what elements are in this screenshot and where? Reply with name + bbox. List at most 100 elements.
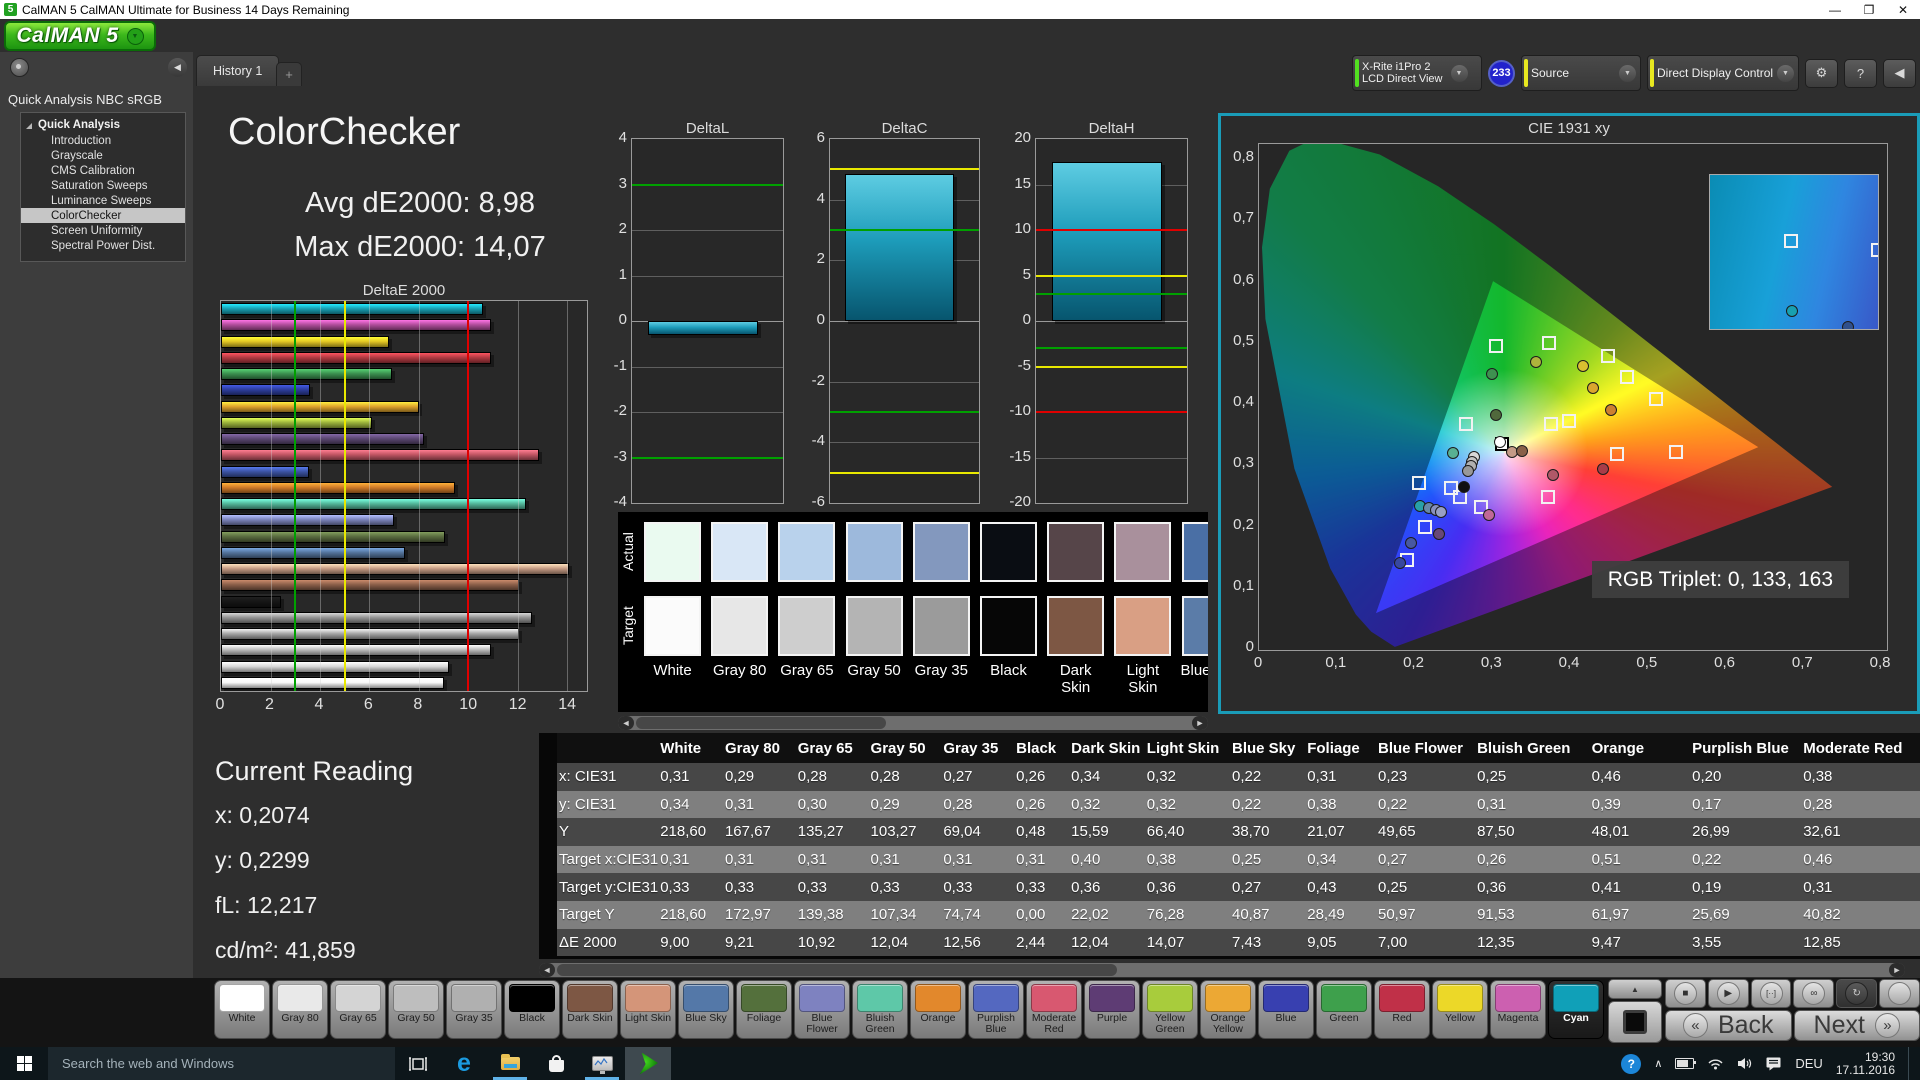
- patch-button-foliage[interactable]: Foliage: [736, 980, 792, 1039]
- cell-foliage-target-x-cie31: 0,34: [1305, 845, 1376, 874]
- gridline: [418, 301, 420, 691]
- display-control-dropdown[interactable]: Direct Display Control ▼: [1647, 55, 1799, 91]
- start-button[interactable]: [0, 1047, 48, 1080]
- record-indicator-icon[interactable]: [10, 58, 29, 77]
- refresh-button[interactable]: ↻: [1836, 979, 1878, 1008]
- settings-button[interactable]: ⚙: [1805, 58, 1838, 88]
- cie-x-tick: 0: [1253, 654, 1263, 671]
- taskbar-search-input[interactable]: Search the web and Windows: [48, 1047, 395, 1080]
- pattern-window-button[interactable]: [1608, 1001, 1662, 1043]
- cell-foliage-y-cie31: 0,38: [1305, 790, 1376, 819]
- scrollbar-thumb[interactable]: [557, 964, 1117, 976]
- patch-button-bluish-green[interactable]: Bluish Green: [852, 980, 908, 1039]
- taskbar-clock[interactable]: 19:30 17.11.2016: [1836, 1050, 1895, 1077]
- patch-button-black[interactable]: Black: [504, 980, 560, 1039]
- tree-expanded-icon[interactable]: [26, 123, 32, 129]
- collapse-panel-button[interactable]: ◀: [1883, 58, 1916, 88]
- back-button[interactable]: « Back: [1665, 1010, 1792, 1041]
- patch-button-red[interactable]: Red: [1374, 980, 1430, 1039]
- patch-button-blue-sky[interactable]: Blue Sky: [678, 980, 734, 1039]
- monitor-tool-button[interactable]: [579, 1047, 625, 1080]
- sidebar-item-cms-calibration[interactable]: CMS Calibration: [21, 163, 185, 178]
- cell-gray-35-target-y-cie31: 0,33: [941, 873, 1015, 901]
- scroll-left-icon[interactable]: ◄: [618, 716, 634, 730]
- play-button[interactable]: ▶: [1707, 979, 1749, 1008]
- sidebar-item-luminance-sweeps[interactable]: Luminance Sweeps: [21, 193, 185, 208]
- continuous-read-button[interactable]: ∞: [1793, 979, 1835, 1008]
- chevron-down-icon[interactable]: ▼: [1450, 64, 1468, 82]
- source-dropdown[interactable]: Source ▼: [1521, 55, 1641, 91]
- sidebar-item-colorchecker[interactable]: ColorChecker: [21, 208, 185, 223]
- sidebar-collapse-button[interactable]: ◀: [168, 58, 187, 77]
- swatch-scrollbar[interactable]: ◄ ►: [618, 716, 1208, 730]
- cie-x-tick: 0,6: [1714, 654, 1735, 671]
- stop-button[interactable]: ■: [1665, 979, 1706, 1008]
- help-button[interactable]: ?: [1844, 58, 1877, 88]
- patch-button-green[interactable]: Green: [1316, 980, 1372, 1039]
- file-explorer-button[interactable]: [487, 1047, 533, 1080]
- read-series-button[interactable]: [··]: [1750, 979, 1792, 1008]
- blank-button[interactable]: [1879, 979, 1920, 1008]
- sidebar-item-screen-uniformity[interactable]: Screen Uniformity: [21, 223, 185, 238]
- patch-button-orange-yellow[interactable]: Orange Yellow: [1200, 980, 1256, 1039]
- chevron-down-icon[interactable]: ▼: [1619, 64, 1636, 82]
- add-tab-button[interactable]: +: [276, 62, 302, 86]
- patch-button-orange[interactable]: Orange: [910, 980, 966, 1039]
- battery-icon[interactable]: [1675, 1058, 1697, 1069]
- windows-store-button[interactable]: [533, 1047, 579, 1080]
- sidebar-item-saturation-sweeps[interactable]: Saturation Sweeps: [21, 178, 185, 193]
- scroll-right-icon[interactable]: ►: [1192, 716, 1208, 730]
- patch-button-cyan[interactable]: Cyan: [1548, 980, 1604, 1039]
- minimize-button[interactable]: —: [1818, 0, 1852, 19]
- patch-button-light-skin[interactable]: Light Skin: [620, 980, 676, 1039]
- language-indicator[interactable]: DEU: [1795, 1056, 1822, 1071]
- patch-button-gray-35[interactable]: Gray 35: [446, 980, 502, 1039]
- patch-button-blue[interactable]: Blue: [1258, 980, 1314, 1039]
- sidebar-item-introduction[interactable]: Introduction: [21, 133, 185, 148]
- patch-button-moderate-red[interactable]: Moderate Red: [1026, 980, 1082, 1039]
- scroll-left-icon[interactable]: ◄: [539, 963, 555, 977]
- patch-button-dark-skin[interactable]: Dark Skin: [562, 980, 618, 1039]
- column-header-gray-35: Gray 35: [941, 733, 1015, 763]
- help-tray-icon[interactable]: ?: [1621, 1053, 1642, 1074]
- meter-count-badge[interactable]: 233: [1488, 59, 1515, 87]
- patch-button-gray-50[interactable]: Gray 50: [388, 980, 444, 1039]
- chevron-down-icon[interactable]: ▼: [1777, 64, 1794, 82]
- restore-button[interactable]: ❐: [1852, 0, 1886, 19]
- patch-button-magenta[interactable]: Magenta: [1490, 980, 1546, 1039]
- speaker-icon[interactable]: [1737, 1057, 1753, 1070]
- table-scrollbar[interactable]: ◄ ►: [539, 963, 1905, 977]
- calman-taskbar-button[interactable]: [625, 1047, 671, 1080]
- patch-button-yellow[interactable]: Yellow: [1432, 980, 1488, 1039]
- expand-controls-button[interactable]: ▲: [1608, 979, 1662, 999]
- tab-history-1[interactable]: History 1: [196, 55, 280, 86]
- patch-button-blue-flower[interactable]: Blue Flower: [794, 980, 850, 1039]
- patch-button-white[interactable]: White: [214, 980, 270, 1039]
- show-desktop-button[interactable]: [1908, 1047, 1914, 1080]
- close-button[interactable]: ✕: [1886, 0, 1920, 19]
- next-button[interactable]: Next »: [1793, 1010, 1920, 1041]
- calman-logo[interactable]: CalMAN 5 ▼: [4, 21, 156, 51]
- meter-dropdown[interactable]: X-Rite i1Pro 2 LCD Direct View ▼: [1352, 55, 1482, 91]
- logo-dropdown-icon[interactable]: ▼: [126, 27, 144, 45]
- task-view-button[interactable]: [395, 1047, 441, 1080]
- swatch-label: White: [653, 662, 692, 679]
- y-tick-label: -5: [1017, 356, 1031, 374]
- cie-y-tick: 0,3: [1233, 454, 1254, 472]
- wifi-icon[interactable]: [1707, 1057, 1724, 1070]
- windows-taskbar: Search the web and Windows e ? ∧ DEU 19:…: [0, 1047, 1920, 1080]
- sidebar-item-grayscale[interactable]: Grayscale: [21, 148, 185, 163]
- sidebar-item-spectral-power-dist-[interactable]: Spectral Power Dist.: [21, 238, 185, 253]
- cell-dark-skin--e-2000: 12,04: [1069, 928, 1145, 957]
- patch-button-yellow-green[interactable]: Yellow Green: [1142, 980, 1198, 1039]
- patch-button-purple[interactable]: Purple: [1084, 980, 1140, 1039]
- patch-button-gray-65[interactable]: Gray 65: [330, 980, 386, 1039]
- edge-browser-button[interactable]: e: [441, 1047, 487, 1080]
- scroll-right-icon[interactable]: ►: [1889, 963, 1905, 977]
- patch-button-gray-80[interactable]: Gray 80: [272, 980, 328, 1039]
- sidebar-item-quick-analysis[interactable]: Quick Analysis: [21, 117, 185, 133]
- tray-chevron-icon[interactable]: ∧: [1654, 1057, 1662, 1070]
- scrollbar-thumb[interactable]: [636, 717, 886, 729]
- patch-button-purplish-blue[interactable]: Purplish Blue: [968, 980, 1024, 1039]
- action-center-icon[interactable]: [1766, 1057, 1782, 1071]
